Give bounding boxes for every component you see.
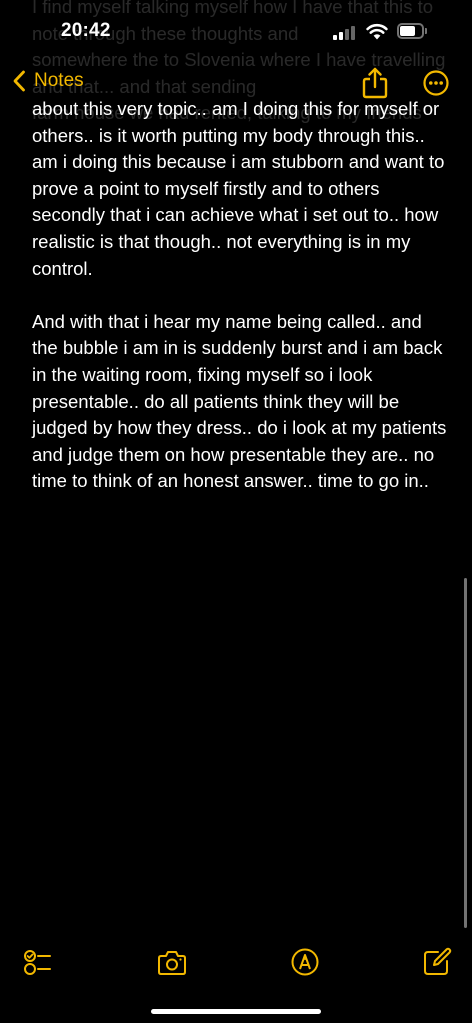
scroll-indicator[interactable] — [464, 578, 467, 928]
back-label: Notes — [34, 70, 84, 91]
back-button[interactable]: Notes — [12, 70, 84, 92]
battery-icon — [397, 23, 427, 39]
chevron-left-icon — [13, 70, 25, 92]
home-indicator[interactable] — [151, 1009, 321, 1014]
share-icon[interactable] — [361, 66, 389, 100]
checklist-icon[interactable] — [22, 947, 52, 977]
status-bar: 20:42 — [0, 0, 472, 62]
more-options-icon[interactable] — [423, 70, 449, 96]
note-paragraph: And with that i hear my name being calle… — [32, 310, 452, 492]
cellular-signal-icon — [333, 26, 357, 40]
compose-icon[interactable] — [422, 947, 452, 977]
status-time: 20:42 — [61, 20, 111, 41]
note-body[interactable]: about this very topic.. am I doing this … — [32, 96, 452, 522]
markup-icon[interactable] — [290, 947, 320, 977]
note-paragraph: about this very topic.. am I doing this … — [32, 98, 450, 279]
wifi-icon — [366, 23, 388, 40]
bottom-toolbar — [0, 944, 472, 980]
camera-icon[interactable] — [157, 947, 187, 977]
